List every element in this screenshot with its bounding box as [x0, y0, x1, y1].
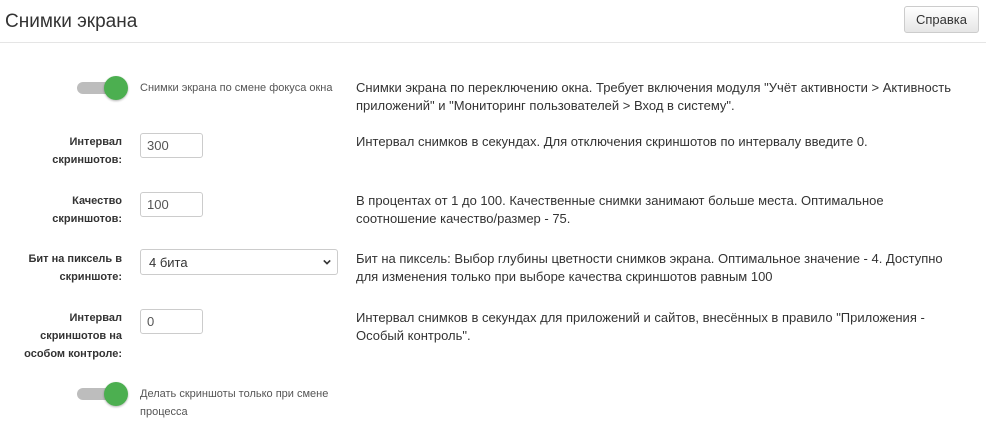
quality-input[interactable] [140, 192, 203, 217]
special-interval-description: Интервал снимков в секундах для приложен… [356, 310, 925, 343]
process-change-toggle-label: Делать скриншоты только при смене процес… [140, 388, 329, 418]
process-change-toggle[interactable] [77, 382, 128, 406]
special-interval-label: Интервал скриншотов на особом контроле: [24, 312, 122, 360]
bits-select[interactable]: 4 бита [140, 249, 338, 275]
interval-label: Интервал скриншотов: [52, 136, 122, 166]
quality-label: Качество скриншотов: [52, 195, 122, 225]
page-title: Снимки экрана [5, 11, 138, 32]
focus-change-toggle-label: Снимки экрана по смене фокуса окна [140, 82, 333, 94]
chevron-down-icon [323, 259, 331, 265]
interval-input[interactable] [140, 133, 203, 158]
bits-select-value: 4 бита [149, 254, 188, 270]
focus-change-description: Снимки экрана по переключению окна. Треб… [356, 80, 952, 113]
bits-label: Бит на пиксель в скриншоте: [28, 253, 123, 283]
help-button[interactable]: Справка [904, 6, 979, 33]
toggle-knob [104, 382, 128, 406]
special-interval-input[interactable] [140, 309, 203, 334]
interval-description: Интервал снимков в секундах. Для отключе… [356, 134, 868, 149]
page-header: Снимки экрана Справка [0, 0, 986, 43]
toggle-knob [104, 76, 128, 100]
focus-change-toggle[interactable] [77, 76, 128, 100]
quality-description: В процентах от 1 до 100. Качественные сн… [356, 193, 884, 226]
bits-description: Бит на пиксель: Выбор глубины цветности … [356, 251, 943, 284]
